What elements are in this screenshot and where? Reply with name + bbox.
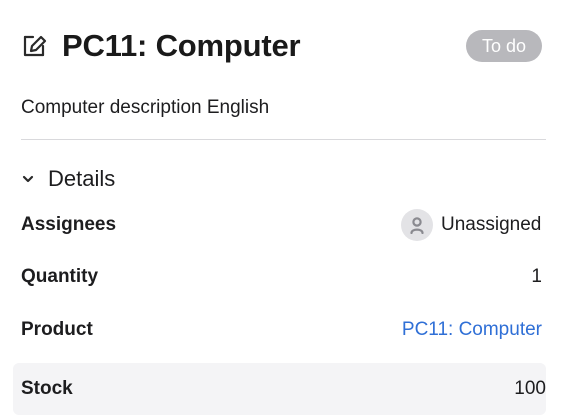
chevron-down-icon — [21, 172, 35, 186]
item-description: Computer description English — [21, 97, 270, 118]
assignee-value: Unassigned — [441, 214, 542, 235]
assignees-label: Assignees — [21, 214, 117, 235]
divider — [21, 139, 546, 140]
edit-square-icon — [22, 32, 50, 60]
details-section-title: Details — [48, 166, 116, 191]
user-icon — [410, 217, 424, 234]
detail-row-stock: Stock 100 — [13, 363, 546, 415]
details-section-toggle[interactable]: Details — [21, 164, 131, 194]
quantity-value: 1 — [531, 266, 542, 287]
detail-row-assignees: Assignees Unassigned — [13, 199, 546, 251]
detail-row-product: Product PC11: Computer — [13, 304, 546, 356]
stock-value: 100 — [514, 378, 546, 399]
status-badge[interactable]: To do — [465, 30, 542, 62]
quantity-label: Quantity — [21, 266, 99, 287]
page-header: PC11: Computer To do — [22, 26, 542, 66]
detail-row-quantity: Quantity 1 — [13, 251, 546, 303]
avatar — [401, 209, 433, 241]
product-label: Product — [21, 319, 93, 340]
page-title: PC11: Computer — [62, 28, 301, 63]
assignee-picker[interactable]: Unassigned — [401, 208, 542, 242]
product-link[interactable]: PC11: Computer — [402, 304, 542, 356]
stock-label: Stock — [21, 378, 73, 399]
